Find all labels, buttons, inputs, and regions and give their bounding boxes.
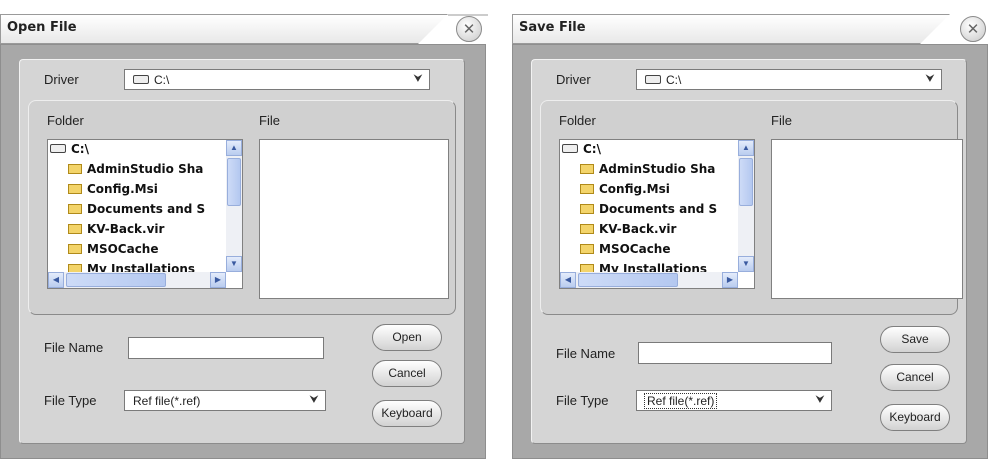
driver-label: Driver: [44, 72, 79, 87]
scroll-down-icon[interactable]: ▼: [226, 256, 242, 272]
drive-icon: [133, 75, 149, 85]
file-list[interactable]: [259, 139, 449, 299]
file-list[interactable]: [771, 139, 963, 299]
tree-item[interactable]: AdminStudio Sha: [68, 162, 203, 181]
drive-icon: [50, 144, 66, 153]
vertical-scrollbar[interactable]: ▲ ▼: [226, 140, 242, 272]
scroll-left-icon[interactable]: ◀: [48, 272, 64, 288]
tree-item[interactable]: C:\: [50, 142, 89, 161]
open-button[interactable]: Open: [372, 324, 442, 351]
inner-panel: Driver C:\ ⮟ Folder File C:\ AdminStudio…: [19, 59, 465, 444]
file-type-label: File Type: [556, 393, 609, 408]
folder-icon: [68, 203, 82, 214]
tree-item[interactable]: Documents and S: [580, 202, 717, 221]
scroll-up-icon[interactable]: ▲: [738, 140, 754, 156]
folder-icon: [580, 223, 594, 234]
folder-label: Folder: [47, 113, 84, 128]
folder-icon: [580, 163, 594, 174]
dialog-body: Driver C:\ ⮟ Folder File C:\ AdminStudio…: [512, 44, 988, 459]
keyboard-button[interactable]: Keyboard: [372, 400, 442, 427]
tree-item[interactable]: KV-Back.vir: [580, 222, 676, 241]
scroll-right-icon[interactable]: ▶: [722, 272, 738, 288]
vertical-scroll-thumb[interactable]: [227, 158, 241, 206]
folder-icon: [68, 243, 82, 254]
file-name-label: File Name: [556, 346, 616, 361]
file-label: File: [771, 113, 792, 128]
tree-item[interactable]: Config.Msi: [580, 182, 670, 201]
driver-select[interactable]: C:\ ⮟: [124, 69, 430, 90]
open-file-dialog: Open File ✕ Driver C:\ ⮟ Folder File C:\…: [0, 0, 488, 461]
dialog-title: Open File: [7, 20, 77, 35]
horizontal-scrollbar[interactable]: ◀ ▶: [48, 272, 226, 288]
title-bar: Open File ✕: [0, 14, 488, 44]
file-type-value: Ref file(*.ref): [643, 393, 718, 409]
title-bar: Save File ✕: [512, 14, 990, 44]
folder-icon: [580, 243, 594, 254]
scroll-up-icon[interactable]: ▲: [226, 140, 242, 156]
file-label: File: [259, 113, 280, 128]
keyboard-button[interactable]: Keyboard: [880, 404, 950, 431]
drive-icon: [645, 75, 661, 85]
cancel-button[interactable]: Cancel: [880, 364, 950, 391]
horizontal-scroll-thumb[interactable]: [578, 273, 678, 287]
file-type-select[interactable]: Ref file(*.ref) ⮟: [636, 390, 832, 411]
scroll-down-icon[interactable]: ▼: [738, 256, 754, 272]
folder-file-group: Folder File C:\ AdminStudio Sha Config.M…: [540, 100, 963, 315]
folder-icon: [68, 163, 82, 174]
tree-item[interactable]: AdminStudio Sha: [580, 162, 715, 181]
folder-tree[interactable]: C:\ AdminStudio Sha Config.Msi Documents…: [47, 139, 243, 289]
close-icon[interactable]: ✕: [960, 16, 986, 42]
double-chevron-down-icon[interactable]: ⮟: [811, 392, 829, 409]
driver-value: C:\: [666, 73, 682, 87]
drive-icon: [562, 144, 578, 153]
folder-icon: [580, 203, 594, 214]
file-name-input[interactable]: [638, 342, 832, 364]
folder-file-group: Folder File C:\ AdminStudio Sha Config.M…: [28, 100, 456, 315]
driver-value: C:\: [154, 73, 170, 87]
horizontal-scrollbar[interactable]: ◀ ▶: [560, 272, 738, 288]
tree-item[interactable]: MSOCache: [68, 242, 158, 261]
scroll-left-icon[interactable]: ◀: [560, 272, 576, 288]
file-name-label: File Name: [44, 340, 104, 355]
vertical-scroll-thumb[interactable]: [739, 158, 753, 206]
tree-item[interactable]: Documents and S: [68, 202, 205, 221]
scroll-right-icon[interactable]: ▶: [210, 272, 226, 288]
file-type-label: File Type: [44, 393, 97, 408]
dialog-title: Save File: [519, 20, 586, 35]
save-file-dialog: Save File ✕ Driver C:\ ⮟ Folder File C:\…: [512, 0, 990, 461]
inner-panel: Driver C:\ ⮟ Folder File C:\ AdminStudio…: [531, 59, 967, 444]
folder-icon: [68, 223, 82, 234]
save-button[interactable]: Save: [880, 326, 950, 353]
folder-tree[interactable]: C:\ AdminStudio Sha Config.Msi Documents…: [559, 139, 755, 289]
double-chevron-down-icon[interactable]: ⮟: [409, 71, 427, 88]
double-chevron-down-icon[interactable]: ⮟: [921, 71, 939, 88]
dialog-body: Driver C:\ ⮟ Folder File C:\ AdminStudio…: [0, 44, 486, 459]
horizontal-scroll-thumb[interactable]: [66, 273, 166, 287]
folder-label: Folder: [559, 113, 596, 128]
file-type-value: Ref file(*.ref): [133, 394, 201, 408]
file-name-input[interactable]: [128, 337, 324, 359]
double-chevron-down-icon[interactable]: ⮟: [305, 392, 323, 409]
file-type-select[interactable]: Ref file(*.ref) ⮟: [124, 390, 326, 411]
vertical-scrollbar[interactable]: ▲ ▼: [738, 140, 754, 272]
driver-label: Driver: [556, 72, 591, 87]
tree-item[interactable]: KV-Back.vir: [68, 222, 164, 241]
driver-select[interactable]: C:\ ⮟: [636, 69, 942, 90]
folder-icon: [580, 183, 594, 194]
tree-item[interactable]: Config.Msi: [68, 182, 158, 201]
close-icon[interactable]: ✕: [456, 16, 482, 42]
tree-item[interactable]: C:\: [562, 142, 601, 161]
tree-item[interactable]: MSOCache: [580, 242, 670, 261]
folder-icon: [68, 183, 82, 194]
cancel-button[interactable]: Cancel: [372, 360, 442, 387]
